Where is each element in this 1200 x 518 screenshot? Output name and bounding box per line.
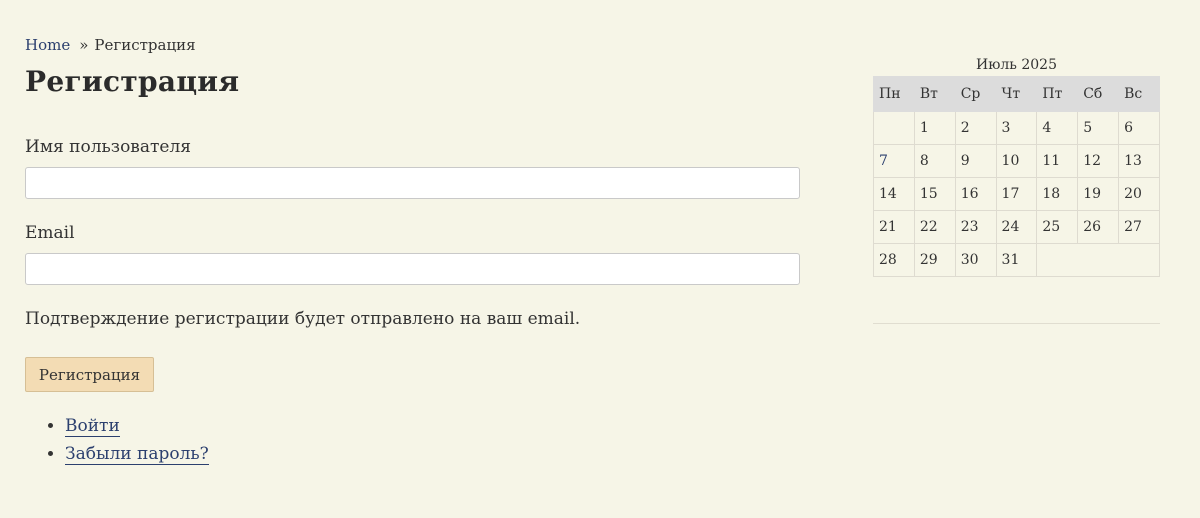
calendar-day: 9 xyxy=(954,144,997,178)
calendar-caption: Июль 2025 xyxy=(976,57,1057,73)
calendar-day: 19 xyxy=(1077,177,1120,211)
calendar-day: 16 xyxy=(954,177,997,211)
calendar-day: 5 xyxy=(1077,111,1120,145)
calendar-day: 12 xyxy=(1077,144,1120,178)
login-link[interactable]: Войти xyxy=(65,416,120,437)
weekday-header: Ср xyxy=(954,76,997,112)
calendar-weekday-row: Пн Вт Ср Чт Пт Сб Вс xyxy=(873,76,1160,112)
calendar-day: 10 xyxy=(995,144,1038,178)
weekday-header: Пн xyxy=(873,76,915,112)
calendar-day: 11 xyxy=(1036,144,1079,178)
calendar-day: 25 xyxy=(1036,210,1079,244)
weekday-header: Сб xyxy=(1077,76,1120,112)
calendar-empty-cell xyxy=(873,111,915,145)
calendar-day: 24 xyxy=(995,210,1038,244)
calendar-day: 28 xyxy=(873,243,915,277)
calendar-empty-cell xyxy=(1036,243,1160,277)
weekday-header: Пт xyxy=(1036,76,1079,112)
calendar-day: 18 xyxy=(1036,177,1079,211)
calendar-day: 15 xyxy=(913,177,956,211)
calendar-day-link[interactable]: 7 xyxy=(873,144,915,178)
calendar-day: 6 xyxy=(1118,111,1160,145)
calendar-day: 30 xyxy=(954,243,997,277)
calendar-day: 8 xyxy=(913,144,956,178)
forgot-password-link[interactable]: Забыли пароль? xyxy=(65,444,209,465)
calendar-table: Пн Вт Ср Чт Пт Сб Вс 1 2 3 4 5 6 7 8 9 10 11 12 13 14… xyxy=(873,76,1160,277)
register-button[interactable]: Регистрация xyxy=(25,357,154,392)
calendar-day: 13 xyxy=(1118,144,1160,178)
sidebar-divider xyxy=(873,323,1160,324)
calendar-day: 1 xyxy=(913,111,956,145)
calendar-week-row: 28 29 30 31 xyxy=(873,243,1160,277)
calendar-day: 27 xyxy=(1118,210,1160,244)
registration-note: Подтверждение регистрации будет отправле… xyxy=(25,309,581,329)
calendar-week-row: 7 8 9 10 11 12 13 xyxy=(873,144,1160,178)
weekday-header: Вт xyxy=(913,76,956,112)
calendar-day: 4 xyxy=(1036,111,1079,145)
calendar-day: 14 xyxy=(873,177,915,211)
calendar-day: 23 xyxy=(954,210,997,244)
main-content: Home » Регистрация Регистрация Имя пользов… xyxy=(25,36,801,465)
calendar-day: 2 xyxy=(954,111,997,145)
calendar-day: 21 xyxy=(873,210,915,244)
email-label: Email xyxy=(25,223,75,243)
calendar-day: 29 xyxy=(913,243,956,277)
breadcrumb-current: Регистрация xyxy=(94,36,196,54)
calendar-week-row: 21 22 23 24 25 26 27 xyxy=(873,210,1160,244)
username-input[interactable] xyxy=(25,167,800,199)
list-item: Забыли пароль? xyxy=(65,440,209,468)
breadcrumb-home-link[interactable]: Home xyxy=(25,36,70,54)
sidebar: Июль 2025 Пн Вт Ср Чт Пт Сб Вс 123456789… xyxy=(873,54,1160,277)
weekday-header: Чт xyxy=(995,76,1038,112)
calendar-day: 22 xyxy=(913,210,956,244)
breadcrumb: Home » Регистрация xyxy=(25,36,801,54)
list-item: Войти xyxy=(65,412,209,440)
email-input[interactable] xyxy=(25,253,800,285)
calendar-day: 31 xyxy=(995,243,1038,277)
calendar-day: 17 xyxy=(995,177,1038,211)
calendar-day: 26 xyxy=(1077,210,1120,244)
calendar-week-row: 14 15 16 17 18 19 20 xyxy=(873,177,1160,211)
calendar-body: 1 2 3 4 5 6 7 8 9 10 11 12 13 14 15 16 17 18 19 20 21 22 23 24 2… xyxy=(873,111,1160,277)
auth-links-list: Войти Забыли пароль? xyxy=(25,412,209,468)
page-title: Регистрация xyxy=(25,65,240,98)
weekday-header: Вс xyxy=(1118,76,1160,112)
breadcrumb-separator: » xyxy=(79,36,89,54)
calendar-day: 20 xyxy=(1118,177,1160,211)
calendar-day: 3 xyxy=(995,111,1038,145)
calendar-week-row: 123456 xyxy=(873,111,1160,145)
username-label: Имя пользователя xyxy=(25,137,191,157)
